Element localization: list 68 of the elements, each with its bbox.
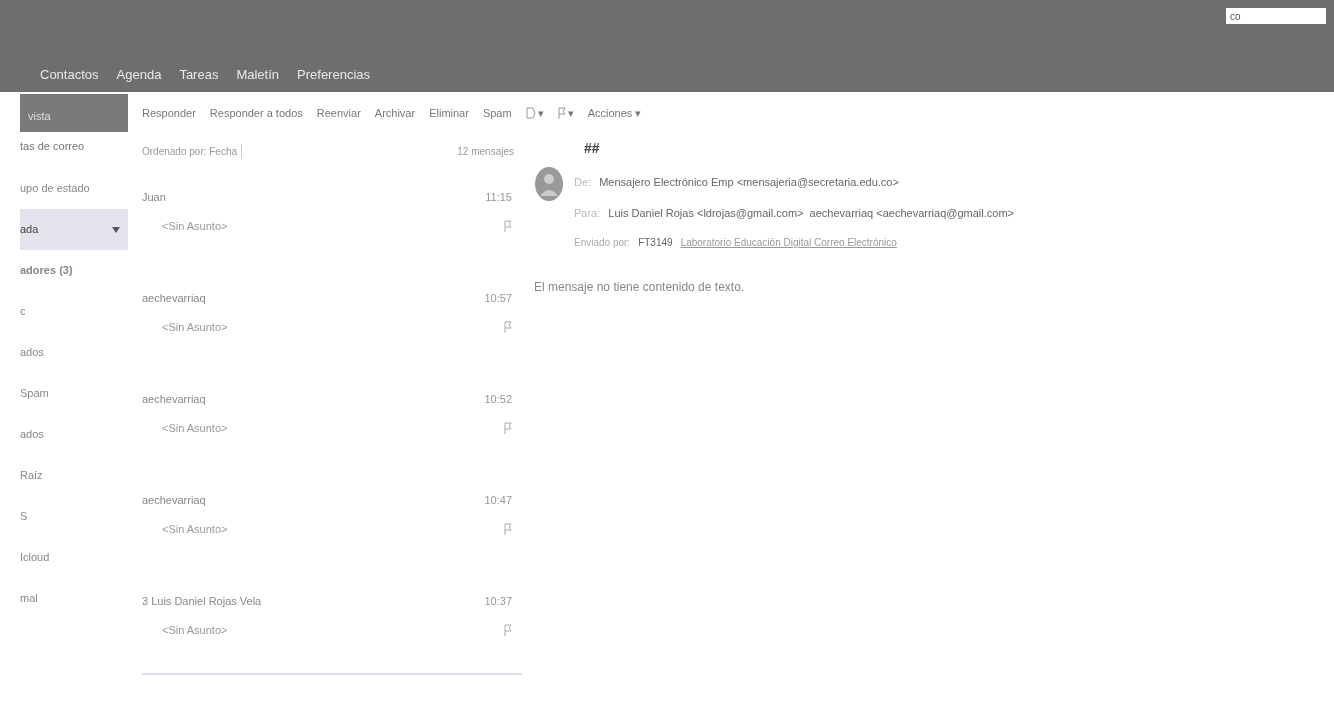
message-subject: <Sin Asunto> [162, 218, 228, 234]
sender-name: Juan [142, 189, 166, 205]
message-subject: <Sin Asunto> [162, 420, 228, 436]
flag-icon [504, 220, 512, 232]
sender-name: 3 Luis Daniel Rojas Vela [142, 593, 262, 609]
flag-icon [504, 523, 512, 535]
sender-name: aechevarriaq [142, 492, 206, 508]
message-body: El mensaje no tiene contenido de texto. [534, 279, 746, 296]
message-subject: <Sin Asunto> [162, 319, 228, 335]
flag-icon [504, 624, 512, 636]
message-subject: <Sin Asunto> [162, 622, 228, 638]
toolbar-button[interactable]: Reenviar [316, 104, 361, 122]
search-field[interactable]: co [1226, 8, 1326, 24]
sort-label[interactable]: Ordenado por: Fecha [142, 143, 243, 159]
folder-item[interactable]: upo de estado [20, 168, 128, 209]
nav-tab[interactable]: Preferencias [297, 64, 371, 84]
toolbar-button[interactable]: Responder [142, 104, 196, 122]
message-time: 10:52 [484, 391, 512, 407]
folder-item[interactable]: S [20, 496, 128, 537]
tag-icon [525, 107, 536, 119]
message-time: 11:15 [485, 189, 512, 205]
flag-button[interactable]: ▾ [557, 104, 574, 122]
message-row[interactable]: Juan 11:15 <Sin Asunto> [142, 168, 520, 269]
message-title: ## [583, 139, 601, 158]
message-time: 10:37 [484, 593, 512, 609]
from-label: De: [574, 175, 592, 190]
folder-item[interactable]: Raíz [20, 455, 128, 496]
folder-item[interactable]: adores (3) [20, 250, 128, 291]
message-row[interactable]: aechevarriaq 10:57 <Sin Asunto> [142, 269, 520, 370]
message-time: 10:57 [484, 290, 512, 306]
message-time: 10:47 [484, 492, 512, 508]
view-selector[interactable]: vista [20, 94, 128, 132]
recipient-address[interactable]: Luis Daniel Rojas <ldrojas@gmail.com> aechevarriaq <aechevarriaq@gmail.com> [608, 204, 1014, 221]
toolbar-button[interactable]: Responder a todos [209, 104, 303, 122]
sent-link[interactable]: Laboratorio Educación Digital Correo Electrónico [680, 235, 897, 250]
folder-item[interactable]: ada [20, 209, 128, 250]
nav-tab[interactable]: Contactos [40, 64, 99, 84]
toolbar-button[interactable]: Spam [482, 104, 512, 122]
sidebar-heading: tas de correo [20, 139, 86, 154]
message-count: 12 mensajes [457, 144, 514, 159]
folder-item[interactable]: Spam [20, 373, 128, 414]
flag-icon [504, 422, 512, 434]
sender-address[interactable]: Mensajero Electrónico Emp <mensajeria@secretaria.edu.co> [599, 174, 899, 191]
sender-name: aechevarriaq [142, 290, 206, 306]
message-row[interactable]: aechevarriaq 10:47 <Sin Asunto> [142, 471, 520, 572]
flag-icon [557, 107, 566, 119]
nav-tab[interactable]: Maletín [236, 64, 280, 84]
sender-name: aechevarriaq [142, 391, 206, 407]
toolbar-button[interactable]: Archivar [374, 104, 416, 122]
toolbar-button[interactable]: Acciones ▾ [587, 104, 642, 122]
caret-icon [112, 226, 120, 233]
message-row[interactable]: 3 Luis Daniel Rojas Vela 10:37 <Sin Asunto> [142, 572, 520, 673]
to-label: Para: [574, 205, 601, 221]
message-row[interactable]: aechevarriaq 10:52 <Sin Asunto> [142, 370, 520, 471]
message-subject: <Sin Asunto> [162, 521, 228, 537]
nav-tab[interactable]: Tareas [179, 64, 219, 84]
flag-icon [504, 321, 512, 333]
nav-tab[interactable]: Agenda [116, 64, 162, 84]
folder-item[interactable]: mal [20, 578, 128, 619]
folder-item[interactable]: ados [20, 332, 128, 373]
toolbar-button[interactable]: Eliminar [429, 104, 469, 122]
folder-item[interactable]: c [20, 291, 128, 332]
sent-id: FT3149 [638, 236, 673, 250]
folder-item[interactable]: ados [20, 414, 128, 455]
sent-label: Enviado por: [574, 236, 631, 250]
tag-button[interactable]: ▾ [525, 104, 544, 122]
folder-item[interactable]: Icloud [20, 537, 128, 578]
avatar-icon [534, 166, 564, 202]
